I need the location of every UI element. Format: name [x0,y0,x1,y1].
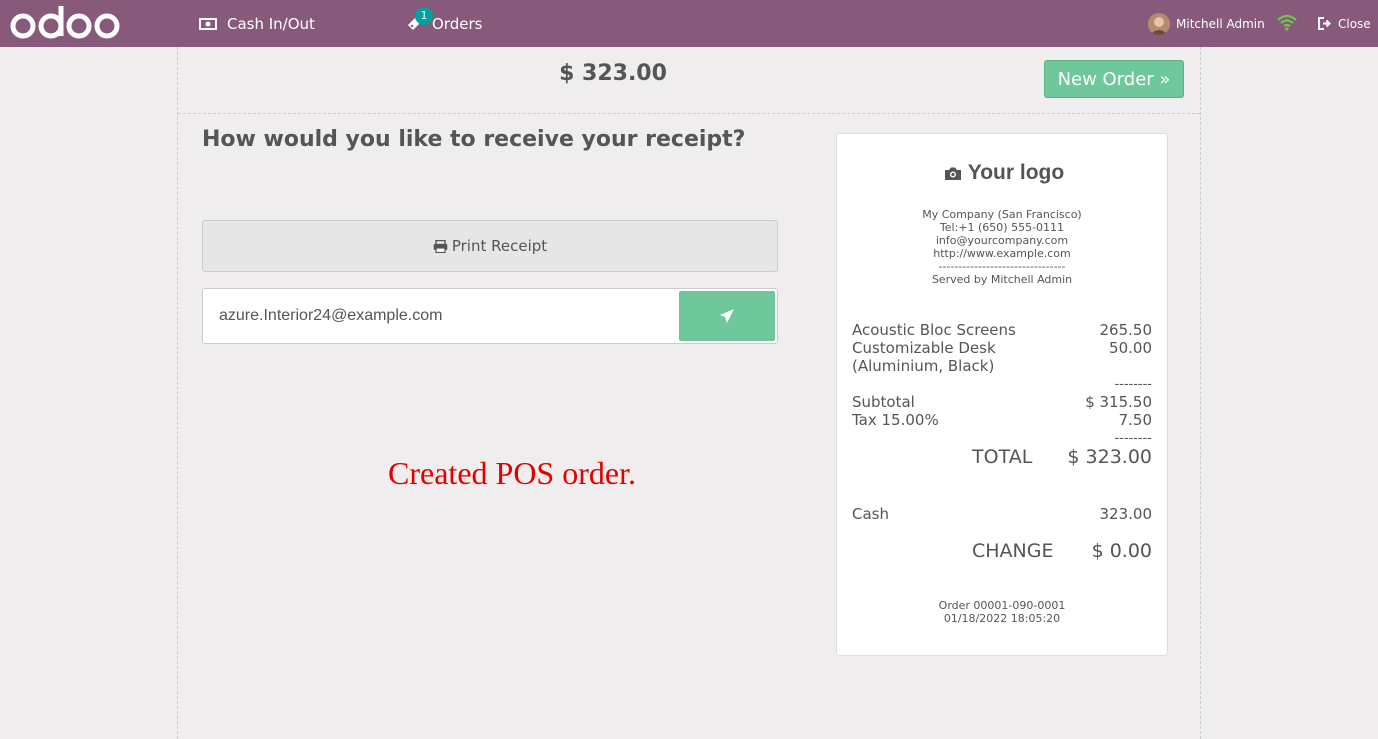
print-receipt-button[interactable]: Print Receipt [202,220,778,272]
user-menu[interactable]: Mitchell Admin [1148,0,1265,47]
subtotal-value: $ 315.50 [1085,393,1152,411]
receipt-question: How would you like to receive your recei… [202,127,746,152]
change-value: $ 0.00 [1091,540,1152,562]
receipt-line: Acoustic Bloc Screens 265.50 [852,321,1152,339]
receipt-line-variant: (Aluminium, Black) [852,357,1152,375]
subtotal-separator: -------- [1114,377,1152,392]
line-product-name: Customizable Desk [852,339,996,357]
change-label: CHANGE [972,540,1054,562]
receipt-top-section: $ 323.00 New Order » [178,47,1200,114]
subtotal-row: Subtotal $ 315.50 [852,393,1152,411]
line-product-name: Acoustic Bloc Screens [852,321,1016,339]
send-email-button[interactable] [679,291,775,341]
total-label: TOTAL [972,446,1033,468]
company-email: info@yourcompany.com [935,234,1069,247]
subtotal-label: Subtotal [852,393,915,411]
avatar [1148,12,1170,35]
line-price: 265.50 [1099,321,1153,339]
new-order-button[interactable]: New Order » [1044,60,1184,98]
status-message: Created POS order. [388,455,636,491]
total-separator: -------- [1114,431,1152,446]
served-by: Served by Mitchell Admin [931,273,1073,286]
email-input[interactable] [203,289,673,343]
company-tel: Tel:+1 (650) 555-0111 [939,221,1065,234]
order-reference: Order 00001-090-0001 [938,599,1066,612]
total-value: $ 323.00 [1067,446,1152,468]
orders-button[interactable]: 1 Orders [406,0,482,47]
line-price: 50.00 [1109,339,1152,357]
money-icon [199,17,217,31]
line-variant-name: (Aluminium, Black) [852,357,995,375]
receipt-line: Customizable Desk 50.00 [852,339,1152,357]
wifi-icon [1277,13,1297,35]
order-total: $ 323.00 [559,61,667,86]
odoo-logo-icon [10,6,120,39]
receipt-company-info: My Company (San Francisco) Tel:+1 (650) … [837,208,1167,286]
tax-row: Tax 15.00% 7.50 [852,411,1152,429]
print-receipt-label: Print Receipt [451,237,548,255]
sign-out-icon [1318,17,1331,30]
orders-count-badge: 1 [415,6,433,25]
cash-in-out-label: Cash In/Out [227,14,315,33]
company-website: http://www.example.com [933,247,1071,260]
print-icon [433,239,448,253]
payment-row: Cash 323.00 [852,505,1152,523]
top-bar: Cash In/Out 1 Orders Mitchell Admin Clos… [0,0,1378,47]
cash-in-out-button[interactable]: Cash In/Out [199,0,315,47]
tax-value: 7.50 [1118,411,1152,429]
email-receipt-box [202,288,778,344]
payment-method-label: Cash [852,505,889,523]
paper-plane-icon [720,309,734,323]
company-name: My Company (San Francisco) [922,208,1082,221]
receipt-footer: Order 00001-090-0001 01/18/2022 18:05:20 [837,599,1167,625]
close-label: Close [1338,16,1371,31]
receipt-preview: Your logo My Company (San Francisco) Tel… [836,133,1168,656]
orders-label: Orders [432,14,483,33]
user-name: Mitchell Admin [1176,16,1265,31]
camera-icon [944,167,961,180]
order-date: 01/18/2022 18:05:20 [943,612,1061,625]
receipt-logo-text: Your logo [967,161,1065,184]
receipt-logo: Your logo [935,156,1073,190]
header-separator: -------------------------------- [938,260,1066,273]
receipt-screen: $ 323.00 New Order » How would you like … [177,47,1201,739]
payment-amount: 323.00 [1099,505,1153,523]
close-button[interactable]: Close [1318,0,1371,47]
tax-label: Tax 15.00% [852,411,939,429]
odoo-logo [10,2,122,42]
ticket-icon: 1 [406,6,433,32]
